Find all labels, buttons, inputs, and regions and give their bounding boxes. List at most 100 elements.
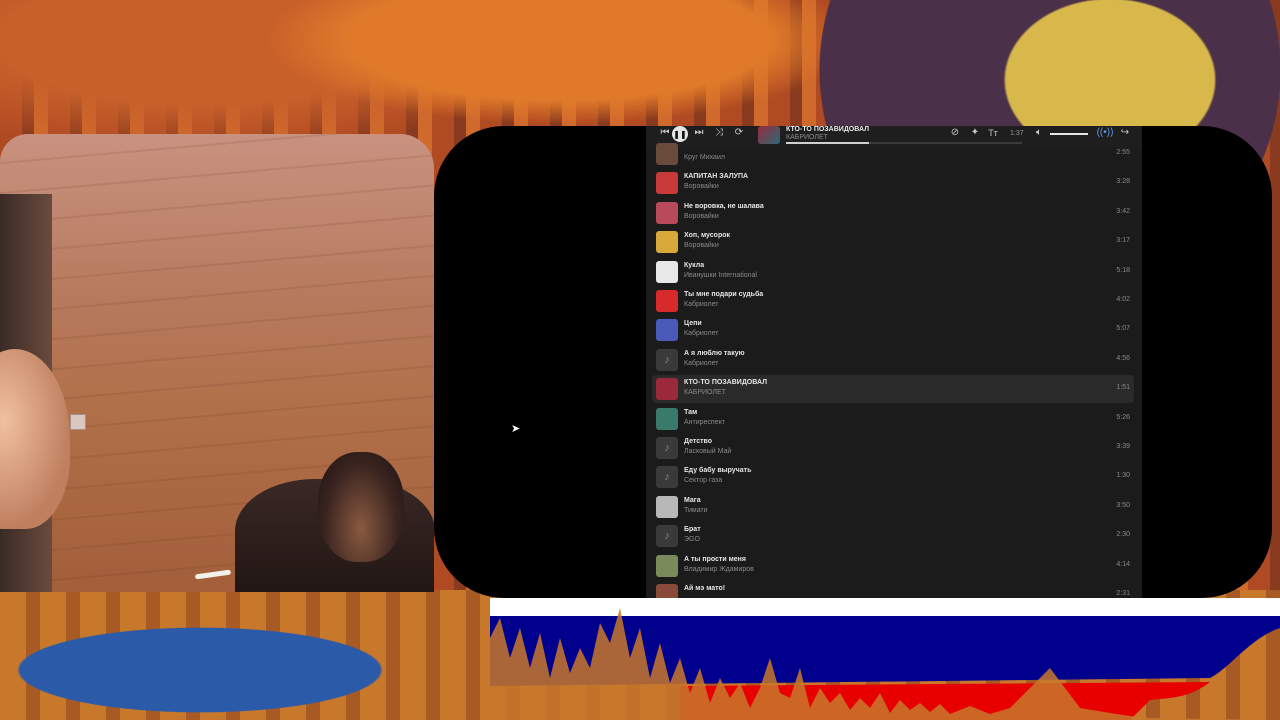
music-note-icon[interactable]: ♪ [656,348,678,371]
track-row[interactable]: Мага Тимати 3:50 [652,493,1134,521]
track-artist[interactable]: ЭGO [684,536,700,543]
repeat-icon[interactable]: ⟳ [732,126,746,140]
volume-icon[interactable]: 🔈︎ [1032,126,1046,140]
music-note-icon[interactable]: ♪ [656,466,678,489]
track-row[interactable]: Не воровка, не шалава Воровайки 3:42 [652,199,1134,227]
track-title[interactable]: Ай мэ мато! [684,585,725,592]
track-row[interactable]: КТО-ТО ПОЗАВИДОВАЛ КАБРИОЛЕТ 1:51 [652,375,1134,404]
track-artist[interactable]: Ласковый Май [684,448,731,455]
track-title[interactable]: А ты прости меня [684,556,746,563]
track-title[interactable]: Брат [684,526,701,533]
track-duration: 4:56 [1116,354,1130,362]
track-row[interactable]: Цепи Кабриолет 5:07 [652,316,1134,344]
track-artist[interactable]: Воровайки [684,183,719,190]
sparkle-icon[interactable]: ✦ [968,126,982,140]
mouse-cursor-icon: ➤ [511,423,521,435]
volume-slider[interactable] [1050,133,1088,135]
track-cover[interactable] [656,172,678,195]
light-switch [70,414,86,430]
track-cover[interactable] [656,290,678,312]
track-cover[interactable] [656,201,678,224]
track-duration: 2:30 [1116,531,1130,539]
track-cover[interactable] [656,143,678,165]
track-row[interactable]: ♪ Брат ЭGO 2:30 [652,522,1134,550]
track-cover[interactable] [656,378,678,401]
track-duration: 2:31 [1116,590,1130,597]
person-right-head [318,452,404,562]
track-title[interactable]: КТО-ТО ПОЗАВИДОВАЛ [684,379,767,386]
flag-white-stripe [490,598,1280,616]
track-artist[interactable]: Тимати [684,507,708,514]
track-duration: 5:26 [1116,413,1130,421]
track-title[interactable]: Мага [684,497,701,504]
track-cover[interactable] [656,407,678,430]
track-artist[interactable]: Антиреспект [684,419,725,426]
track-row[interactable]: КАПИТАН ЗАЛУПА Воровайки 3:28 [652,169,1134,197]
track-cover[interactable] [656,495,678,518]
music-player-window: ⏮ ❚❚ ⏭ ⤨ ⟳ КТО-ТО ПОЗАВИДОВАЛ КАБРИОЛЕТ … [434,126,1272,598]
track-row[interactable]: ♪ Детство Ласковый Май 3:39 [652,434,1134,462]
track-artist[interactable]: Круг Михаил [684,154,725,161]
shuffle-icon[interactable]: ⤨ [712,126,726,140]
track-row[interactable]: Хоп, мусорок Воровайки 3:17 [652,228,1134,256]
track-title[interactable]: Ты мне подари судьба [684,291,763,298]
track-duration: 2:55 [1116,149,1130,156]
track-artist[interactable]: Воровайки [684,242,719,249]
track-row[interactable]: Ты мне подари судьба Кабриолет 4:02 [652,287,1134,315]
next-icon[interactable]: ⏭ [692,126,706,140]
track-title[interactable]: Не воровка, не шалава [684,203,764,210]
track-row[interactable]: Кукла Иванушки International 5:18 [652,258,1134,286]
track-row[interactable]: ♪ А я люблю такую Кабриолет 4:56 [652,346,1134,374]
track-title[interactable]: КАПИТАН ЗАЛУПА [684,173,748,180]
broadcast-icon[interactable]: ((•)) [1097,126,1114,140]
now-playing-title[interactable]: КТО-ТО ПОЗАВИДОВАЛ [786,126,869,133]
track-duration: 1:30 [1116,472,1130,480]
track-artist[interactable]: Воровайки [684,213,719,220]
track-duration: 4:02 [1116,296,1130,303]
track-artist[interactable]: Кабриолет [684,301,718,308]
track-cover[interactable] [656,584,678,598]
track-title[interactable]: Там [684,409,697,416]
track-cover[interactable] [656,554,678,577]
elapsed-time: 1:37 [1010,130,1024,137]
track-artist[interactable]: Кабриолет [684,360,718,367]
track-cover[interactable] [656,260,678,283]
track-duration: 5:18 [1116,266,1130,274]
track-title[interactable]: А я люблю такую [684,350,745,357]
share-icon[interactable]: ↪ [1118,126,1132,140]
track-row[interactable]: ♪ Еду бабу выручать Сектор газа 1:30 [652,463,1134,491]
music-note-icon[interactable]: ♪ [656,525,678,548]
track-cover[interactable] [656,319,678,342]
volume-fill [1050,133,1088,135]
track-duration: 3:50 [1116,501,1130,509]
track-artist[interactable]: КАБРИОЛЕТ [684,389,726,396]
track-artist[interactable]: Кабриолет [684,330,718,337]
music-note-icon[interactable]: ♪ [656,437,678,459]
track-artist[interactable]: Сектор газа [684,477,722,484]
track-duration: 3:39 [1116,443,1130,450]
track-row[interactable]: Круг Михаил 2:55 [652,140,1134,168]
track-row[interactable]: Там Антиреспект 5:26 [652,405,1134,433]
track-row[interactable]: Ай мэ мато! 2:31 [652,581,1134,598]
track-cover[interactable] [656,231,678,254]
track-title[interactable]: Цепи [684,320,702,327]
track-artist[interactable]: Владимир Ждамиров [684,566,754,573]
audio-waveform-flag [490,598,1280,720]
player-panel: ⏮ ❚❚ ⏭ ⤨ ⟳ КТО-ТО ПОЗАВИДОВАЛ КАБРИОЛЕТ … [646,126,1142,598]
track-duration: 3:42 [1116,207,1130,215]
prev-icon[interactable]: ⏮ [658,126,672,140]
track-duration: 4:14 [1116,560,1130,568]
track-title[interactable]: Еду бабу выручать [684,467,751,474]
track-row[interactable]: А ты прости меня Владимир Ждамиров 4:14 [652,552,1134,580]
dislike-icon[interactable]: ⊘ [948,126,962,140]
track-duration: 3:17 [1116,237,1130,245]
text-icon[interactable]: Tт [986,126,1000,140]
track-duration: 1:51 [1116,384,1130,392]
track-artist[interactable]: Иванушки International [684,272,757,279]
track-title[interactable]: Хоп, мусорок [684,232,730,239]
track-title[interactable]: Кукла [684,262,704,269]
video-photo [0,134,434,592]
track-title[interactable]: Детство [684,438,712,445]
track-duration: 3:28 [1116,178,1130,186]
track-duration: 5:07 [1116,325,1130,333]
